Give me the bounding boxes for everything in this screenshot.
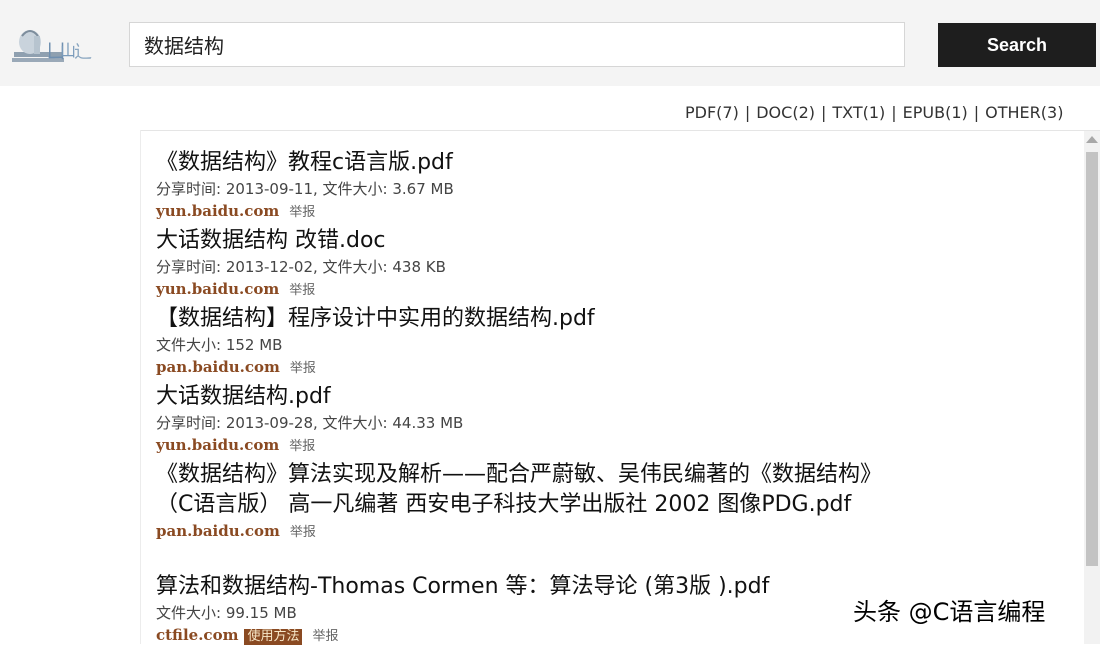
- file-type-filter-bar: PDF(7) | DOC(2) | TXT(1) | EPUB(1) | OTHER(3): [685, 103, 1063, 122]
- report-link[interactable]: 举报: [289, 205, 315, 220]
- results-left-border: [140, 130, 141, 644]
- report-link[interactable]: 举报: [290, 525, 316, 540]
- filter-separator: |: [744, 103, 751, 122]
- search-input[interactable]: [129, 22, 905, 67]
- result-source-link[interactable]: pan.baidu.com: [156, 358, 280, 376]
- books-logo-icon: ㄩ 山 辶: [12, 30, 92, 63]
- result-item: 算法和数据结构-Thomas Cormen 等：算法导论 (第3版 ).pdf …: [156, 572, 906, 646]
- result-source-link[interactable]: yun.baidu.com: [156, 280, 279, 298]
- result-item: 大话数据结构.pdf 分享时间: 2013-09-28, 文件大小: 44.33…: [156, 382, 906, 456]
- usage-tag-badge[interactable]: 使用方法: [244, 629, 303, 645]
- result-meta: 分享时间: 2013-12-02, 文件大小: 438 KB: [156, 258, 446, 276]
- header-bar: ㄩ 山 辶 Search: [0, 0, 1100, 86]
- result-title-link[interactable]: 《数据结构》算法实现及解析——配合严蔚敏、吴伟民编著的《数据结构》（C语言版） …: [156, 460, 906, 520]
- result-item: 《数据结构》算法实现及解析——配合严蔚敏、吴伟民编著的《数据结构》（C语言版） …: [156, 460, 906, 542]
- report-link[interactable]: 举报: [290, 361, 316, 376]
- report-link[interactable]: 举报: [312, 629, 338, 644]
- filter-pdf[interactable]: PDF(7): [685, 103, 739, 122]
- result-item: 《数据结构》教程c语言版.pdf 分享时间: 2013-09-11, 文件大小:…: [156, 148, 906, 222]
- result-source-link[interactable]: pan.baidu.com: [156, 522, 280, 540]
- result-meta: 文件大小: 152 MB: [156, 336, 283, 354]
- scroll-up-arrow-icon[interactable]: [1086, 136, 1098, 143]
- result-meta: 分享时间: 2013-09-28, 文件大小: 44.33 MB: [156, 414, 464, 432]
- search-button[interactable]: Search: [938, 23, 1096, 67]
- result-source-link[interactable]: ctfile.com: [156, 626, 238, 644]
- result-meta: 分享时间: 2013-09-11, 文件大小: 3.67 MB: [156, 180, 454, 198]
- report-link[interactable]: 举报: [289, 283, 315, 298]
- result-source-link[interactable]: yun.baidu.com: [156, 202, 279, 220]
- watermark-text: 头条 @C语言编程: [853, 598, 1046, 626]
- result-title-link[interactable]: 大话数据结构 改错.doc: [156, 226, 906, 256]
- result-item: 【数据结构】程序设计中实用的数据结构.pdf 文件大小: 152 MB pan.…: [156, 304, 906, 378]
- result-title-link[interactable]: 大话数据结构.pdf: [156, 382, 906, 412]
- report-link[interactable]: 举报: [289, 439, 315, 454]
- result-meta: 文件大小: 99.15 MB: [156, 604, 297, 622]
- filter-separator: |: [973, 103, 980, 122]
- site-logo[interactable]: ㄩ 山 辶: [8, 22, 92, 70]
- result-title-link[interactable]: 算法和数据结构-Thomas Cormen 等：算法导论 (第3版 ).pdf: [156, 572, 906, 602]
- filter-separator: |: [891, 103, 897, 122]
- result-item: 大话数据结构 改错.doc 分享时间: 2013-12-02, 文件大小: 43…: [156, 226, 906, 300]
- filter-txt[interactable]: TXT(1): [832, 103, 885, 122]
- svg-text:辶: 辶: [74, 42, 92, 63]
- filter-separator: |: [820, 103, 827, 122]
- result-source-link[interactable]: yun.baidu.com: [156, 436, 279, 454]
- result-title-link[interactable]: 【数据结构】程序设计中实用的数据结构.pdf: [156, 304, 906, 334]
- scrollbar-thumb[interactable]: [1086, 152, 1098, 566]
- filter-epub[interactable]: EPUB(1): [903, 103, 968, 122]
- filter-other[interactable]: OTHER(3): [985, 103, 1063, 122]
- result-title-link[interactable]: 《数据结构》教程c语言版.pdf: [156, 148, 906, 178]
- filter-doc[interactable]: DOC(2): [756, 103, 815, 122]
- results-top-divider: [140, 130, 1100, 131]
